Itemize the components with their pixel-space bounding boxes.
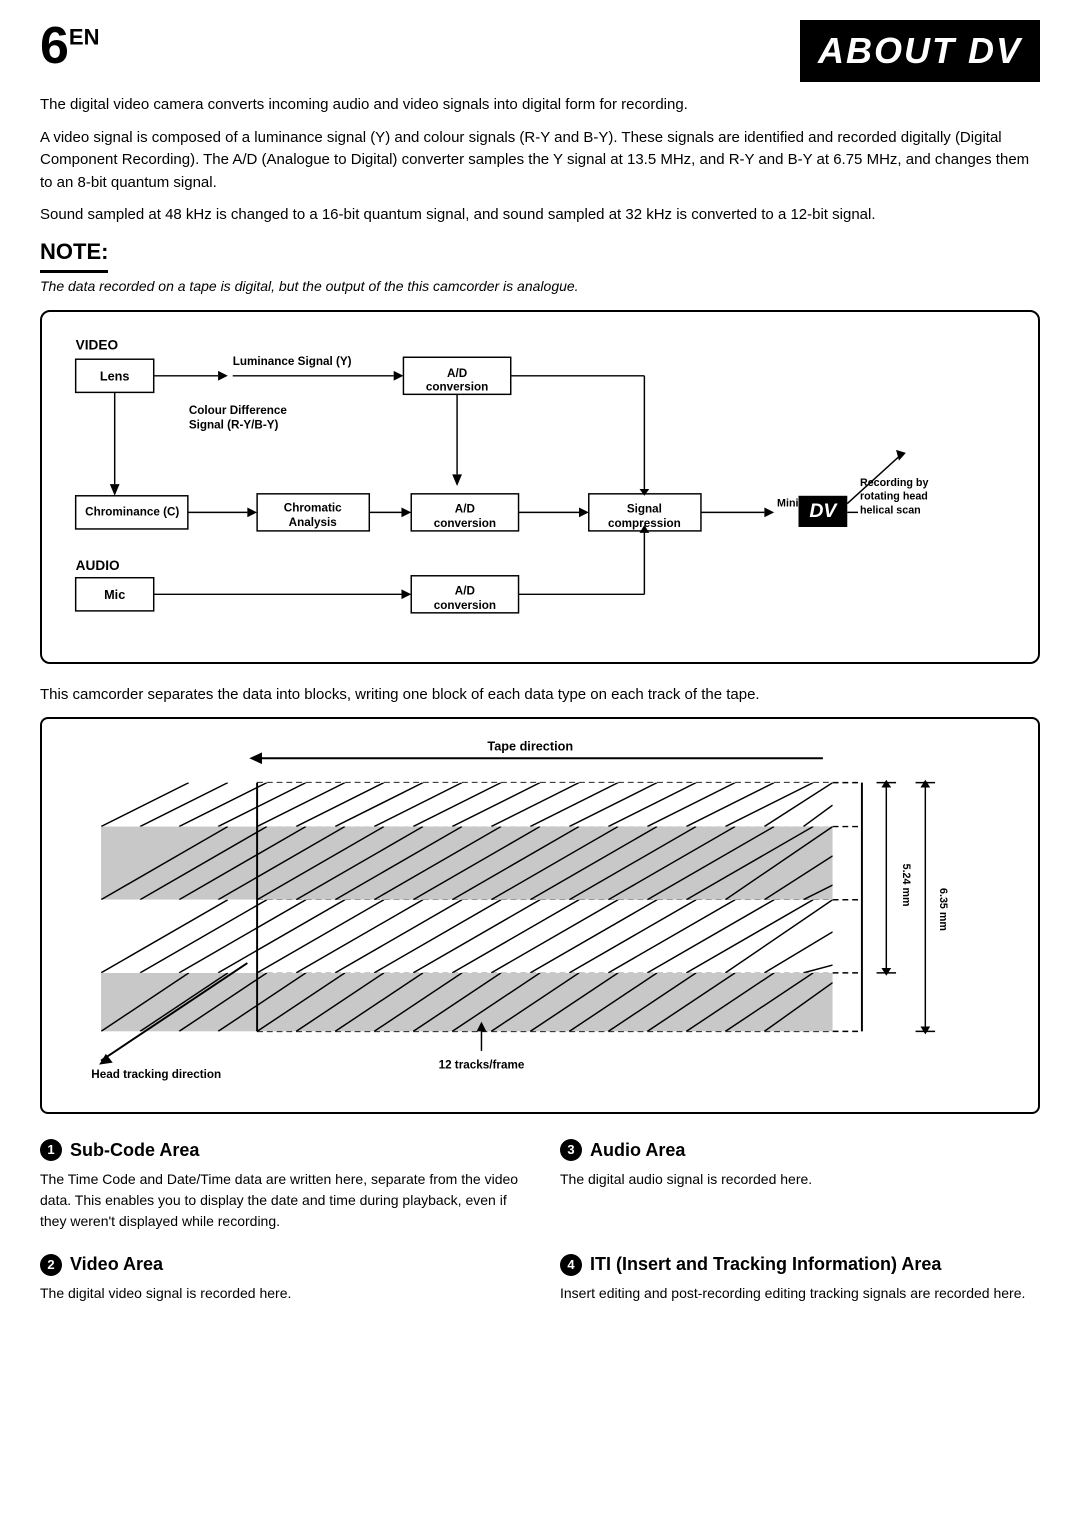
video-label: VIDEO [76, 338, 119, 353]
tape-stripes [101, 783, 833, 1032]
ad-conv-bot: A/D [455, 585, 475, 598]
subcode-text: The Time Code and Date/Time data are wri… [40, 1169, 520, 1232]
chromatic-analysis-label: Chromatic [284, 502, 342, 515]
svg-text:rotating head: rotating head [860, 491, 928, 503]
bullet-4: 4 [560, 1254, 582, 1276]
section-subcode: 1 Sub-Code Area The Time Code and Date/T… [40, 1138, 520, 1232]
mic-label: Mic [104, 588, 125, 602]
subcode-heading: 1 Sub-Code Area [40, 1138, 520, 1163]
signal-diagram-box: VIDEO Lens Luminance Signal (Y) A/D conv… [40, 310, 1040, 664]
ad-conv-mid: A/D [455, 503, 475, 516]
note-text: The data recorded on a tape is digital, … [40, 277, 1040, 297]
note-section: NOTE: The data recorded on a tape is dig… [40, 237, 1040, 296]
video-area-text: The digital video signal is recorded her… [40, 1283, 520, 1304]
about-dv-title: ABOUT DV [800, 20, 1040, 82]
iti-text: Insert editing and post-recording editin… [560, 1283, 1040, 1304]
svg-text:conversion: conversion [426, 381, 488, 394]
luminance-signal-label: Luminance Signal (Y) [233, 355, 352, 368]
colour-diff-label: Colour Difference [189, 404, 288, 417]
svg-text:helical scan: helical scan [860, 505, 921, 517]
ad-conv-top: A/D [447, 367, 467, 380]
head-tracking-arrow [99, 1054, 113, 1065]
signal-compression-label: Signal [627, 503, 662, 516]
paragraph-1: The digital video camera converts incomi… [40, 94, 1040, 117]
signal-flow-svg: VIDEO Lens Luminance Signal (Y) A/D conv… [62, 328, 1018, 640]
video-area-heading: 2 Video Area [40, 1252, 520, 1277]
svg-text:Signal (R-Y/B-Y): Signal (R-Y/B-Y) [189, 419, 279, 432]
tape-diagram-box: Tape direction Sub-Code Area Video Area … [40, 717, 1040, 1114]
arrow-lens-to-luminance [218, 371, 228, 381]
audio-area-text: The digital audio signal is recorded her… [560, 1169, 1040, 1190]
paragraph-2: A video signal is composed of a luminanc… [40, 127, 1040, 195]
section-iti: 4 ITI (Insert and Tracking Information) … [560, 1252, 1040, 1304]
paragraph-3: Sound sampled at 48 kHz is changed to a … [40, 204, 1040, 227]
section-video: 2 Video Area The digital video signal is… [40, 1252, 520, 1304]
separator-paragraph: This camcorder separates the data into b… [40, 684, 1040, 707]
page-number: 6EN [40, 20, 99, 72]
bullet-1: 1 [40, 1139, 62, 1161]
page-header: 6EN ABOUT DV [40, 20, 1040, 82]
svg-text:Analysis: Analysis [289, 516, 338, 529]
tape-diagram-svg: Tape direction Sub-Code Area Video Area … [62, 729, 1018, 1090]
bottom-sections: 1 Sub-Code Area The Time Code and Date/T… [40, 1138, 1040, 1304]
iti-heading: 4 ITI (Insert and Tracking Information) … [560, 1252, 1040, 1277]
note-heading: NOTE: [40, 237, 108, 273]
audio-label: AUDIO [76, 558, 120, 573]
lens-label: Lens [100, 370, 130, 384]
dv-logo-text: DV [809, 501, 838, 523]
mini-label: Mini [777, 498, 798, 510]
audio-area-heading: 3 Audio Area [560, 1138, 1040, 1163]
svg-text:conversion: conversion [434, 599, 496, 612]
tape-direction-arrow [249, 752, 262, 764]
head-tracking-label: Head tracking direction [91, 1068, 221, 1081]
dim1-label: 5.24 mm [900, 864, 912, 907]
chrominance-label: Chrominance (C) [85, 506, 179, 519]
tracks-label: 12 tracks/frame [439, 1058, 525, 1071]
svg-text:conversion: conversion [434, 517, 496, 530]
dim2-label: 6.35 mm [937, 888, 949, 931]
bullet-3: 3 [560, 1139, 582, 1161]
bullet-2: 2 [40, 1254, 62, 1276]
section-audio: 3 Audio Area The digital audio signal is… [560, 1138, 1040, 1232]
tape-direction-label: Tape direction [487, 739, 573, 753]
